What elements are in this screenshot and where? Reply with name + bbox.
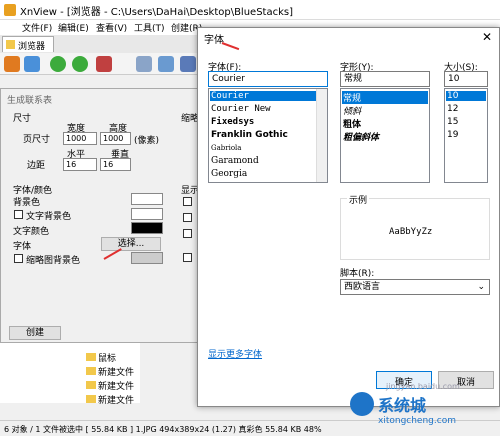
option-checkbox-2[interactable] — [183, 213, 192, 222]
menu-edit[interactable]: 编辑(E) — [58, 21, 89, 34]
folder-icon — [86, 381, 96, 389]
font-list-item[interactable]: Courier — [210, 91, 326, 101]
script-select[interactable]: 西欧语言 ⌄ — [340, 279, 490, 295]
option-checkbox-1[interactable] — [183, 197, 192, 206]
watermark-text: 系统城 — [378, 396, 427, 415]
page-width-input[interactable]: 1000 — [63, 132, 97, 145]
option-checkbox-3[interactable] — [183, 229, 192, 238]
font-name-input[interactable]: Courier — [208, 71, 328, 87]
window-title: XnView - [浏览器 - C:\Users\DaHai\Desktop\B… — [20, 7, 294, 18]
browse-icon[interactable] — [4, 56, 20, 72]
option-checkbox-4[interactable] — [183, 253, 192, 262]
create-button[interactable]: 创建 — [9, 326, 61, 340]
text-color-swatch[interactable] — [131, 222, 163, 234]
copy-icon[interactable] — [136, 56, 152, 72]
thumb-bg-label: 缩略图背景色 — [26, 256, 81, 266]
select-font-button[interactable]: 选择... — [101, 237, 161, 251]
folder-icon — [86, 367, 96, 375]
page-size-label: 页尺寸 — [23, 135, 51, 145]
tab-browser-label: 浏览器 — [18, 42, 46, 52]
thumb-bg-checkbox[interactable] — [14, 254, 23, 263]
xnview-logo-icon — [4, 4, 16, 16]
tab-bar: 浏览器 — [0, 35, 200, 53]
sample-box: 示例 AaBbYyZz — [340, 193, 490, 260]
script-value: 西欧语言 — [344, 282, 381, 292]
watermark-url: xitongcheng.com — [378, 416, 456, 426]
font-list-scrollbar[interactable] — [316, 89, 327, 182]
font-style-input[interactable]: 常规 — [340, 71, 430, 87]
menu-tools[interactable]: 工具(T) — [134, 21, 165, 34]
size-list-item[interactable]: 10 — [446, 91, 486, 101]
font-list-item[interactable]: Georgia — [211, 169, 247, 179]
size-list-item[interactable]: 19 — [447, 130, 458, 140]
close-icon[interactable]: ✕ — [474, 28, 500, 46]
font-size-list[interactable]: 10 12 15 19 — [444, 88, 488, 183]
unit-label: (像素) — [134, 136, 160, 146]
font-style-list[interactable]: 常规 倾斜 粗体 粗偏斜体 — [340, 88, 430, 183]
font-name-list[interactable]: Courier Courier New Fixedsys Franklin Go… — [208, 88, 328, 183]
bg-color-label: 背景色 — [13, 198, 41, 208]
font-list-item[interactable]: Fixedsys — [211, 117, 254, 127]
margin-label: 边距 — [27, 161, 46, 171]
folder-tree: 鼠标 新建文件 新建文件 新建文件 — [0, 343, 140, 406]
toolbar — [0, 53, 200, 75]
watermark-faint: jingyan.baidu.com — [386, 382, 460, 391]
annotation-arrow — [221, 42, 240, 51]
page-height-input[interactable]: 1000 — [100, 132, 131, 145]
style-list-item[interactable]: 粗偏斜体 — [343, 130, 379, 143]
folder-icon — [86, 395, 96, 403]
watermark-logo-icon — [350, 392, 374, 416]
chevron-down-icon: ⌄ — [477, 282, 485, 292]
font-list-item[interactable]: Gabriola — [211, 144, 241, 152]
watermark: jingyan.baidu.com 系统城 xitongcheng.com — [350, 380, 500, 436]
font-list-item[interactable]: Franklin Gothic — [211, 130, 288, 140]
status-text: 6 对象 / 1 文件被选中 [ 55.84 KB ] 1.JPG 494x38… — [4, 425, 322, 434]
font-list-item[interactable]: Garamond — [211, 156, 259, 166]
tab-browser[interactable]: 浏览器 — [2, 36, 54, 52]
settings-icon[interactable] — [180, 56, 196, 72]
back-icon[interactable] — [50, 56, 66, 72]
menu-view[interactable]: 查看(V) — [96, 21, 127, 34]
font-dialog: 字体 ✕ 字体(F): Courier Courier Courier New … — [197, 27, 500, 407]
margin-v-input[interactable]: 16 — [100, 158, 131, 171]
view-icon[interactable] — [24, 56, 40, 72]
sample-text: AaBbYyZz — [389, 227, 433, 237]
font-list-item[interactable]: Courier New — [211, 104, 271, 114]
font-label: 字体 — [13, 242, 32, 252]
margin-h-input[interactable]: 16 — [63, 158, 97, 171]
folder-icon — [86, 353, 96, 361]
more-fonts-link[interactable]: 显示更多字体 — [208, 347, 262, 360]
text-bg-swatch[interactable] — [131, 208, 163, 220]
style-list-item[interactable]: 常规 — [342, 91, 428, 104]
sample-label: 示例 — [347, 193, 370, 206]
style-list-item[interactable]: 倾斜 — [343, 104, 361, 117]
tag-icon[interactable] — [96, 56, 112, 72]
size-list-item[interactable]: 12 — [447, 104, 458, 114]
folder-icon — [6, 40, 15, 49]
style-list-item[interactable]: 粗体 — [343, 117, 361, 130]
text-color-label: 文字颜色 — [13, 227, 50, 237]
size-section-label: 尺寸 — [13, 114, 32, 124]
refresh-icon[interactable] — [72, 56, 88, 72]
contact-sheet-dialog: 生成联系表 尺寸 宽度 高度 页尺寸 1000 1000 (像素) 水平 垂直 … — [0, 88, 199, 343]
text-bg-checkbox[interactable] — [14, 210, 23, 219]
script-label: 脚本(R): — [340, 269, 375, 279]
print-icon[interactable] — [158, 56, 174, 72]
font-size-input[interactable]: 10 — [444, 71, 488, 87]
size-list-item[interactable]: 15 — [447, 117, 458, 127]
menu-file[interactable]: 文件(F) — [22, 21, 52, 34]
bg-color-swatch[interactable] — [131, 193, 163, 205]
text-bg-label: 文字背景色 — [26, 212, 72, 222]
contact-dialog-title: 生成联系表 — [7, 96, 53, 106]
thumb-bg-swatch[interactable] — [131, 252, 163, 264]
main-title-bar: XnView - [浏览器 - C:\Users\DaHai\Desktop\B… — [0, 0, 500, 20]
